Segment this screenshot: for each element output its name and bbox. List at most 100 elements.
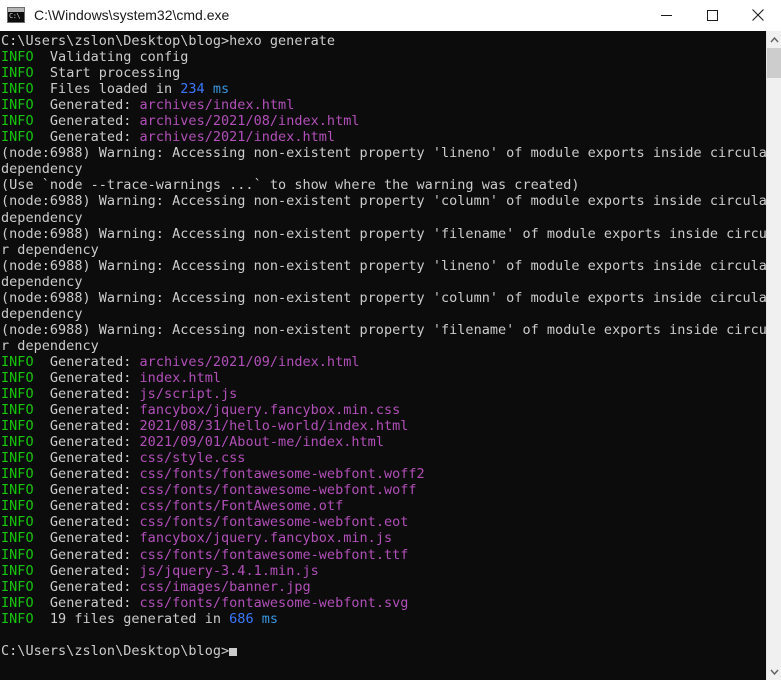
log-message: (node:6988) Warning: Accessing non-exist…: [1, 321, 766, 338]
terminal-line: dependency: [1, 306, 766, 322]
log-message: (node:6988) Warning: Accessing non-exist…: [1, 193, 766, 210]
terminal-line: dependency: [1, 210, 766, 226]
terminal-screen: C:\Users\zslon\Desktop\blog>hexo generat…: [0, 31, 766, 659]
terminal-line: r dependency: [1, 242, 766, 258]
log-message: (node:6988) Warning: Accessing non-exist…: [1, 257, 766, 274]
generated-path: css/fonts/fontawesome-webfont.eot: [139, 514, 409, 531]
log-message: Generated:: [41, 498, 140, 515]
log-message: 19 files generated in: [41, 610, 230, 627]
log-message: Generated:: [41, 562, 140, 579]
title-bar-left: C:\ C:\Windows\system32\cmd.exe: [0, 7, 643, 23]
close-icon: [752, 9, 764, 21]
log-level-info: INFO: [1, 546, 42, 563]
terminal-line: dependency: [1, 161, 766, 177]
scroll-down-arrow[interactable]: [767, 663, 781, 680]
terminal-line: (node:6988) Warning: Accessing non-exist…: [1, 145, 766, 161]
log-level-info: INFO: [1, 562, 42, 579]
window-title: C:\Windows\system32\cmd.exe: [34, 7, 230, 23]
log-message: (node:6988) Warning: Accessing non-exist…: [1, 225, 766, 242]
terminal-line: INFO Generated: 2021/09/01/About-me/inde…: [1, 434, 766, 450]
terminal-line: INFO Generated: css/fonts/fontawesome-we…: [1, 595, 766, 611]
log-message: Generated:: [41, 450, 140, 467]
log-message: r dependency: [1, 337, 99, 354]
generated-path: archives/2021/index.html: [139, 129, 336, 146]
terminal-line: INFO Generated: css/fonts/FontAwesome.ot…: [1, 498, 766, 514]
scroll-up-arrow[interactable]: [767, 31, 781, 48]
duration-unit: ms: [204, 81, 230, 98]
terminal-line: INFO Validating config: [1, 49, 766, 65]
log-message: dependency: [1, 305, 83, 322]
log-message: dependency: [1, 161, 83, 178]
log-level-info: INFO: [1, 81, 42, 98]
generated-path: archives/2021/08/index.html: [139, 113, 360, 130]
terminal-line: INFO Start processing: [1, 65, 766, 81]
terminal-line: INFO Generated: css/fonts/fontawesome-we…: [1, 466, 766, 482]
log-message: Generated:: [41, 482, 140, 499]
log-message: (node:6988) Warning: Accessing non-exist…: [1, 289, 766, 306]
console-output-area[interactable]: C:\Users\zslon\Desktop\blog>hexo generat…: [0, 31, 766, 680]
terminal-line: C:\Users\zslon\Desktop\blog>hexo generat…: [1, 33, 766, 49]
generated-path: css/fonts/fontawesome-webfont.ttf: [139, 546, 409, 563]
duration-unit: ms: [253, 610, 279, 627]
log-level-info: INFO: [1, 386, 42, 403]
terminal-line: INFO Generated: css/fonts/fontawesome-we…: [1, 482, 766, 498]
generated-path: css/style.css: [139, 450, 246, 467]
log-level-info: INFO: [1, 49, 42, 66]
log-message: Generated:: [41, 129, 140, 146]
log-level-info: INFO: [1, 65, 42, 82]
log-level-info: INFO: [1, 418, 42, 435]
log-level-info: INFO: [1, 402, 42, 419]
log-message: Generated:: [41, 434, 140, 451]
terminal-line: INFO Generated: archives/index.html: [1, 97, 766, 113]
scrollbar-thumb[interactable]: [767, 48, 781, 78]
generated-path: archives/2021/09/index.html: [139, 353, 360, 370]
typed-command: hexo generate: [229, 33, 336, 49]
chevron-up-icon: [770, 36, 779, 42]
chevron-down-icon: [770, 669, 779, 675]
generated-path: fancybox/jquery.fancybox.min.js: [139, 530, 393, 547]
minimize-button[interactable]: [643, 0, 689, 31]
log-level-info: INFO: [1, 594, 42, 611]
terminal-line: (node:6988) Warning: Accessing non-exist…: [1, 226, 766, 242]
log-level-info: INFO: [1, 113, 42, 130]
log-level-info: INFO: [1, 97, 42, 114]
terminal-line: INFO Generated: index.html: [1, 370, 766, 386]
log-level-info: INFO: [1, 450, 42, 467]
log-message: Generated:: [41, 514, 140, 531]
duration-value: 234: [180, 81, 205, 98]
log-message: Generated:: [41, 97, 140, 114]
log-level-info: INFO: [1, 530, 42, 547]
log-message: Generated:: [41, 546, 140, 563]
prompt-path: C:\Users\zslon\Desktop\blog>: [1, 33, 230, 49]
maximize-icon: [706, 9, 718, 21]
log-level-info: INFO: [1, 466, 42, 483]
log-level-info: INFO: [1, 610, 42, 627]
log-level-info: INFO: [1, 353, 42, 370]
close-button[interactable]: [735, 0, 781, 31]
terminal-line: INFO Generated: css/fonts/fontawesome-we…: [1, 514, 766, 530]
generated-path: css/fonts/fontawesome-webfont.svg: [139, 594, 409, 611]
log-message: Files loaded in: [41, 81, 181, 98]
terminal-line: r dependency: [1, 338, 766, 354]
maximize-button[interactable]: [689, 0, 735, 31]
generated-path: css/fonts/fontawesome-webfont.woff: [139, 482, 417, 499]
generated-path: css/fonts/fontawesome-webfont.woff2: [139, 466, 425, 483]
log-message: r dependency: [1, 241, 99, 258]
terminal-line: (node:6988) Warning: Accessing non-exist…: [1, 322, 766, 338]
log-level-info: INFO: [1, 434, 42, 451]
terminal-line: INFO Generated: css/fonts/fontawesome-we…: [1, 547, 766, 563]
log-level-info: INFO: [1, 498, 42, 515]
console-icon-glyph: C:\: [9, 12, 21, 20]
log-message: Start processing: [41, 65, 181, 82]
generated-path: css/fonts/FontAwesome.otf: [139, 498, 344, 515]
log-message: Generated:: [41, 578, 140, 595]
generated-path: js/jquery-3.4.1.min.js: [139, 562, 319, 579]
cmd-window: C:\ C:\Windows\system32\cmd.exe C:\Users…: [0, 0, 781, 680]
terminal-line: (Use `node --trace-warnings ...` to show…: [1, 177, 766, 193]
generated-path: index.html: [139, 369, 222, 386]
vertical-scrollbar[interactable]: [766, 31, 781, 680]
terminal-line: INFO Generated: css/images/banner.jpg: [1, 579, 766, 595]
log-level-info: INFO: [1, 129, 42, 146]
scrollbar-track[interactable]: [767, 48, 781, 663]
